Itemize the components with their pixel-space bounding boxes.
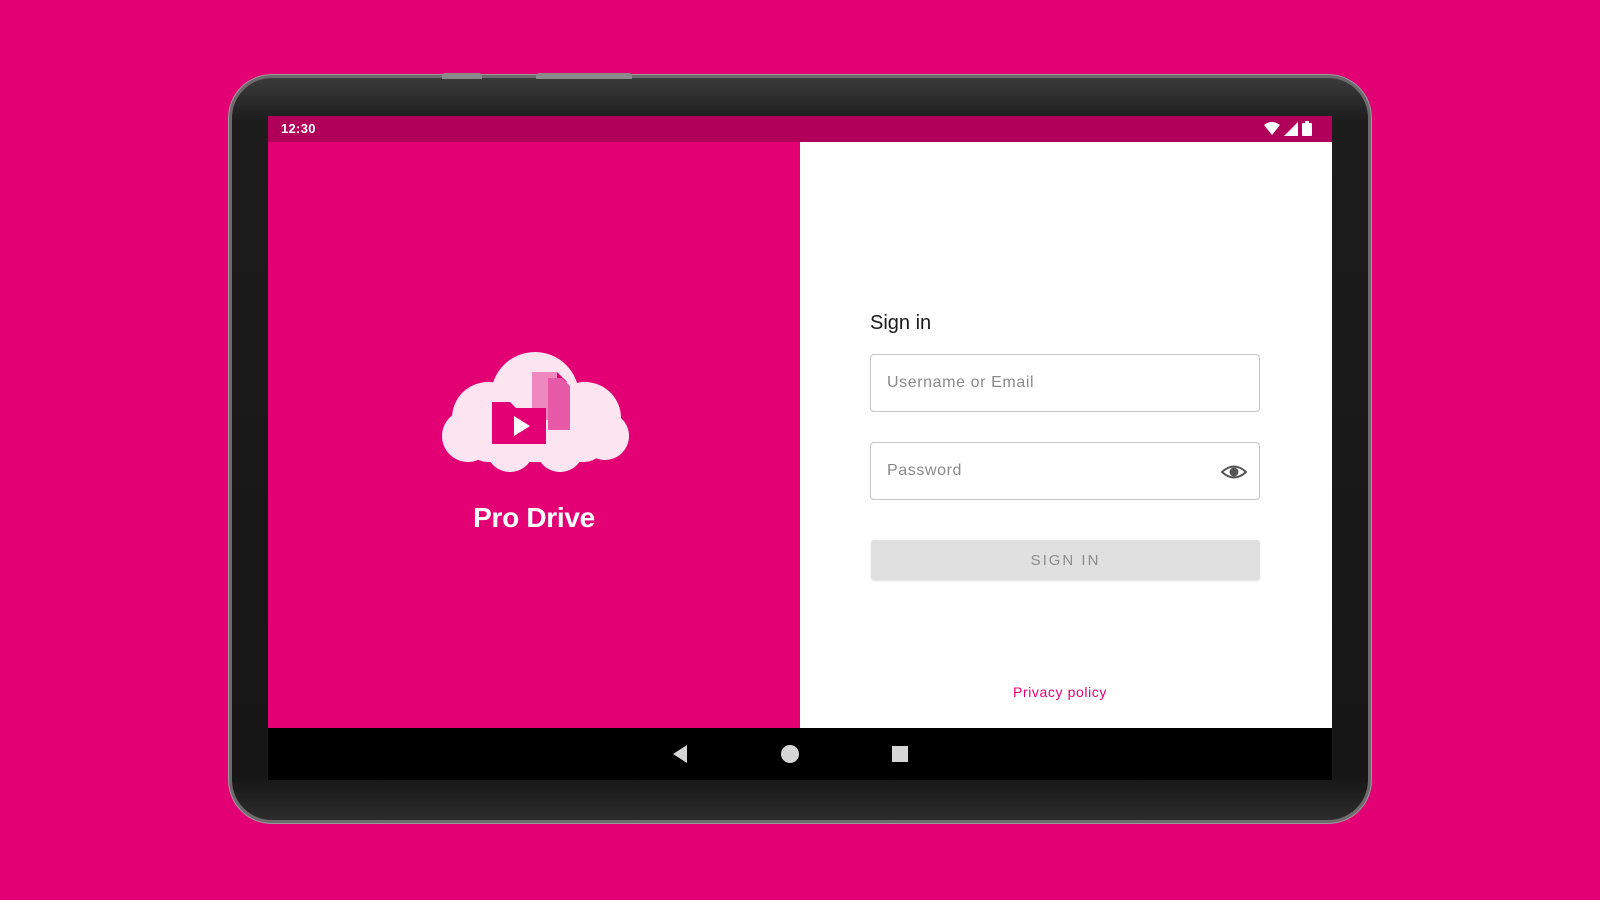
navigation-bar <box>268 728 1332 780</box>
tablet-side-button <box>442 73 482 79</box>
back-icon[interactable] <box>668 742 692 766</box>
home-icon[interactable] <box>778 742 802 766</box>
cloud-files-icon <box>440 348 630 478</box>
signin-title: Sign in <box>870 312 932 334</box>
password-field[interactable] <box>870 442 1260 500</box>
username-field[interactable] <box>870 354 1260 412</box>
eye-icon[interactable] <box>1220 460 1248 484</box>
signin-panel: Sign in SIGN IN Privacy policy <box>800 142 1332 728</box>
brand-panel: Pro Drive <box>268 142 800 728</box>
privacy-policy-link[interactable]: Privacy policy <box>800 684 1320 700</box>
status-time: 12:30 <box>281 121 316 136</box>
recents-icon[interactable] <box>888 742 912 766</box>
tablet-volume-button <box>536 73 632 79</box>
username-input[interactable] <box>871 355 1259 411</box>
tablet-frame: 12:30 Pro Drive Sign in Username or Emai… <box>232 73 1368 820</box>
device-screen: 12:30 Pro Drive Sign in Username or Emai… <box>268 116 1332 780</box>
status-bar: 12:30 <box>268 116 1332 142</box>
signin-button[interactable]: SIGN IN <box>871 540 1260 580</box>
wifi-icon <box>1264 121 1280 135</box>
password-input[interactable] <box>871 443 1259 499</box>
signal-icon <box>1284 121 1298 136</box>
status-icons <box>1264 121 1312 136</box>
battery-icon <box>1302 121 1312 136</box>
brand-name: Pro Drive <box>473 502 595 533</box>
